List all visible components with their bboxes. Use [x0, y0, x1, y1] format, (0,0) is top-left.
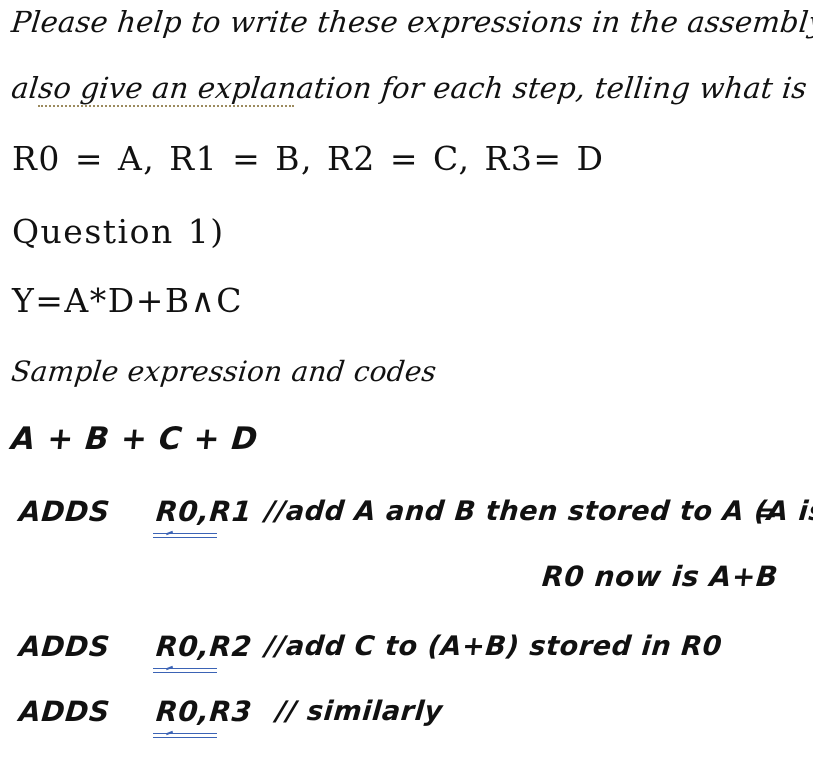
instruction-opcode: ADDS	[17, 495, 112, 528]
prompt-line-1: Please help to write these expressions i…	[9, 5, 813, 39]
instruction-comment: //add A and B then stored to A (A is R0)	[263, 496, 813, 527]
sample-expression: A + B + C + D	[9, 421, 260, 457]
sample-heading: Sample expression and codes	[9, 355, 439, 388]
continuation-note: R0 now is A+B	[540, 560, 780, 593]
document-page: Please help to write these expressions i…	[0, 0, 813, 757]
instruction-operands: R0,R3	[154, 695, 254, 728]
spellcheck-underline	[38, 105, 294, 107]
prompt-line-2: also give an explanation for each step, …	[9, 71, 809, 105]
question-expression: Y=A*D+B∧C	[12, 281, 244, 320]
grammar-underline	[153, 533, 217, 538]
grammar-underline	[153, 668, 217, 673]
instruction-operands: R0,R2	[154, 630, 254, 663]
instruction-opcode: ADDS	[17, 695, 112, 728]
question-heading: Question 1)	[12, 212, 225, 251]
instruction-trailing-equals: =	[754, 498, 780, 528]
register-mapping-line: R0 = A, R1 = B, R2 = C, R3= D	[12, 139, 605, 178]
grammar-underline	[153, 733, 217, 738]
instruction-comment: //add C to (A+B) stored in R0	[263, 631, 724, 662]
instruction-comment: // similarly	[274, 696, 445, 727]
instruction-operands: R0,R1	[154, 495, 254, 528]
instruction-opcode: ADDS	[17, 630, 112, 663]
